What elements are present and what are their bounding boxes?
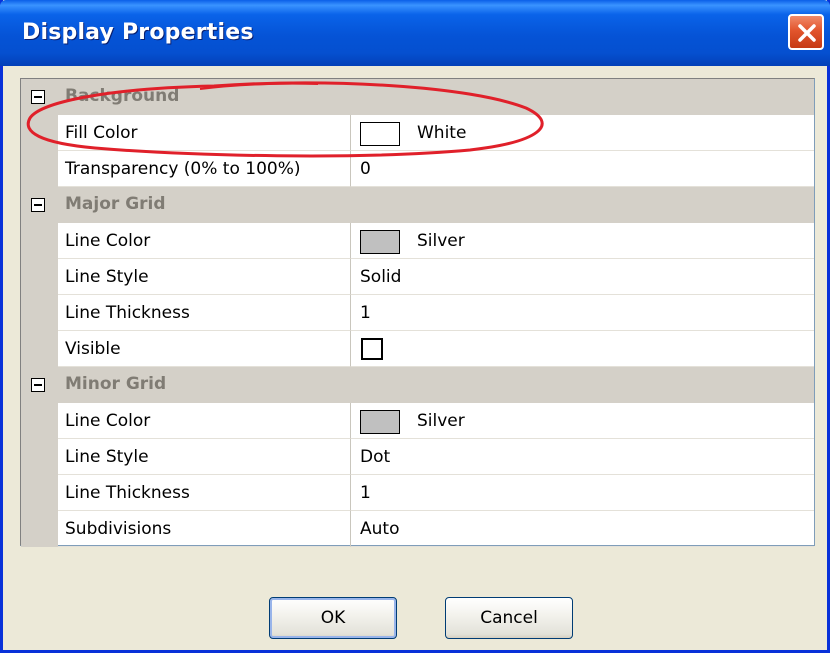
color-swatch-white[interactable]: [360, 122, 400, 146]
close-icon: [798, 24, 816, 42]
row-gutter: [21, 259, 58, 295]
row-gutter: [21, 223, 58, 259]
ok-button[interactable]: OK: [269, 597, 397, 639]
window-title: Display Properties: [22, 20, 254, 45]
property-row-minor-line-thickness[interactable]: Line Thickness 1: [21, 475, 814, 511]
property-row-subdivisions[interactable]: Subdivisions Auto: [21, 511, 814, 547]
row-gutter: [21, 511, 58, 547]
visible-checkbox[interactable]: [361, 338, 383, 360]
property-name: Fill Color: [58, 115, 351, 151]
property-name: Line Color: [58, 403, 351, 439]
property-value-text: Silver: [417, 231, 465, 251]
row-gutter: [21, 439, 58, 475]
property-row-minor-line-color[interactable]: Line Color Silver: [21, 403, 814, 439]
property-row-major-line-color[interactable]: Line Color Silver: [21, 223, 814, 259]
property-value-text: White: [417, 123, 467, 143]
property-value-fill-color[interactable]: White: [351, 115, 814, 151]
collapse-toggle-icon[interactable]: [31, 198, 45, 212]
property-value-subdivisions[interactable]: Auto: [351, 511, 814, 547]
property-name: Line Style: [58, 259, 351, 295]
property-grid[interactable]: Background Fill Color White Transparency…: [20, 78, 815, 547]
property-value-major-line-color[interactable]: Silver: [351, 223, 814, 259]
property-name: Line Thickness: [58, 295, 351, 331]
row-gutter: [21, 151, 58, 187]
category-label: Background: [65, 86, 180, 106]
color-swatch-silver[interactable]: [360, 230, 400, 254]
property-row-visible[interactable]: Visible: [21, 331, 814, 367]
property-name: Subdivisions: [58, 511, 351, 547]
row-gutter: [21, 331, 58, 367]
row-gutter: [21, 403, 58, 439]
property-value-minor-line-color[interactable]: Silver: [351, 403, 814, 439]
category-row-major-grid[interactable]: Major Grid: [21, 187, 814, 223]
property-name: Transparency (0% to 100%): [58, 151, 351, 187]
category-row-minor-grid[interactable]: Minor Grid: [21, 367, 814, 403]
property-row-fill-color[interactable]: Fill Color White: [21, 115, 814, 151]
property-name: Line Color: [58, 223, 351, 259]
property-value-major-line-style[interactable]: Solid: [351, 259, 814, 295]
property-value-transparency[interactable]: 0: [351, 151, 814, 187]
title-bar[interactable]: Display Properties: [0, 0, 830, 66]
category-label: Minor Grid: [65, 374, 167, 394]
property-name: Line Thickness: [58, 475, 351, 511]
property-row-major-line-thickness[interactable]: Line Thickness 1: [21, 295, 814, 331]
property-row-transparency[interactable]: Transparency (0% to 100%) 0: [21, 151, 814, 187]
property-row-major-line-style[interactable]: Line Style Solid: [21, 259, 814, 295]
close-button[interactable]: [788, 14, 824, 50]
row-gutter: [21, 295, 58, 331]
row-gutter: [21, 115, 58, 151]
cancel-button[interactable]: Cancel: [445, 597, 573, 639]
property-row-minor-line-style[interactable]: Line Style Dot: [21, 439, 814, 475]
property-value-major-line-thickness[interactable]: 1: [351, 295, 814, 331]
color-swatch-silver[interactable]: [360, 410, 400, 434]
property-value-minor-line-thickness[interactable]: 1: [351, 475, 814, 511]
property-value-visible[interactable]: [351, 331, 814, 367]
property-name: Visible: [58, 331, 351, 367]
property-name: Line Style: [58, 439, 351, 475]
category-label: Major Grid: [65, 194, 166, 214]
row-gutter: [21, 475, 58, 511]
property-value-minor-line-style[interactable]: Dot: [351, 439, 814, 475]
property-value-text: Silver: [417, 411, 465, 431]
category-row-background[interactable]: Background: [21, 79, 814, 115]
collapse-toggle-icon[interactable]: [31, 378, 45, 392]
collapse-toggle-icon[interactable]: [31, 90, 45, 104]
